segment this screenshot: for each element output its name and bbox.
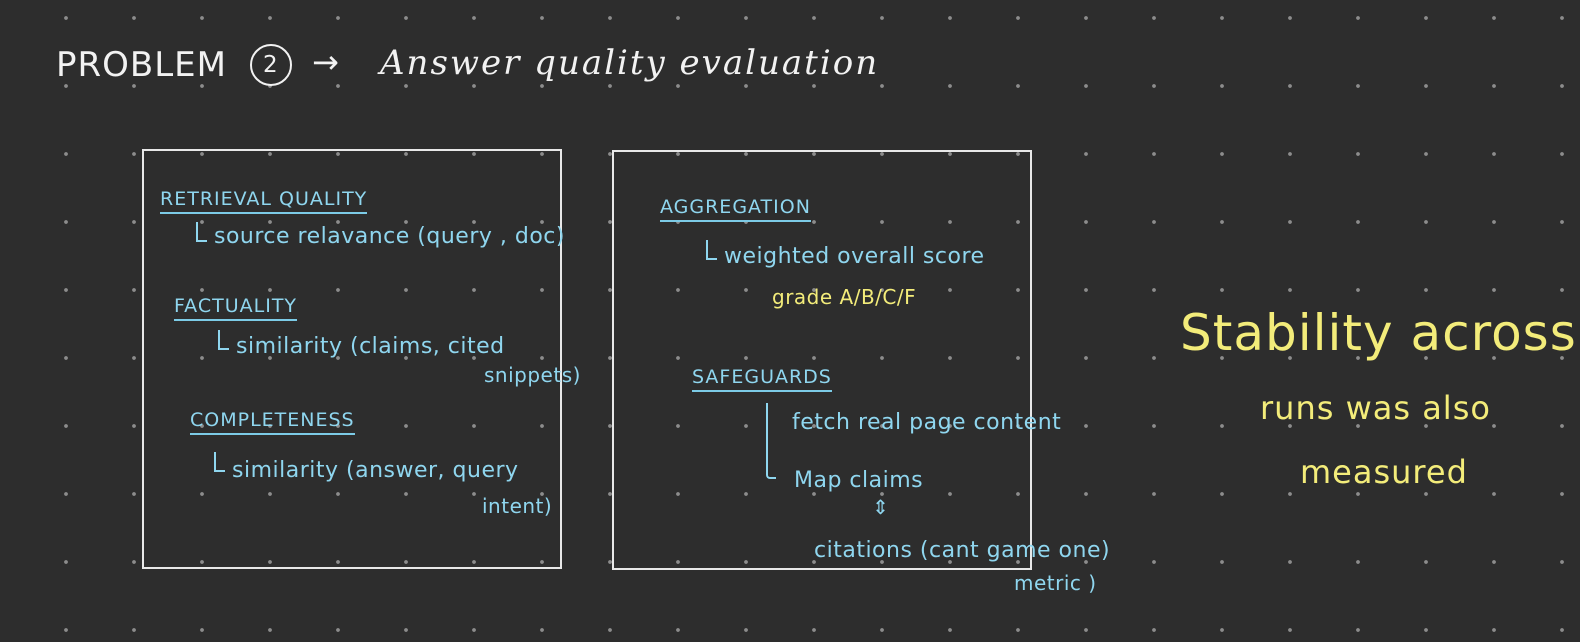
completeness-detail-line2: intent) [482, 494, 553, 518]
safeguards-item-citations-line2: metric ) [1014, 571, 1097, 595]
branch-icon [218, 330, 229, 350]
retrieval-quality-heading: RETRIEVAL QUALITY [160, 190, 368, 214]
factuality-detail-line1: similarity (claims, cited [236, 334, 505, 359]
factuality-heading: FACTUALITY [174, 297, 298, 321]
aggregation-detail: weighted overall score [724, 244, 985, 269]
factuality-detail-line2: snippets) [484, 363, 581, 387]
double-arrow-icon: ⇕ [872, 495, 889, 519]
title-arrow: → [312, 43, 339, 81]
completeness-heading: COMPLETENESS [190, 411, 355, 435]
branch-icon [706, 240, 717, 260]
title-number-circle: 2 [250, 44, 292, 86]
safeguards-item-fetch: fetch real page content [792, 410, 1062, 435]
side-note-line1: Stability across [1180, 304, 1577, 362]
aggregation-heading: AGGREGATION [660, 198, 811, 222]
safeguards-heading: SAFEGUARDS [692, 368, 832, 392]
completeness-detail-line1: similarity (answer, query [232, 458, 519, 483]
retrieval-quality-detail: source relavance (query , doc) [214, 224, 565, 249]
whiteboard-canvas: PROBLEM 2 → Answer quality evaluation RE… [0, 0, 1580, 642]
side-note-line2: runs was also [1260, 389, 1491, 427]
safeguards-item-citations-line1: citations (cant game one) [814, 538, 1111, 563]
safeguards-item-map-claims: Map claims [794, 468, 924, 493]
branch-icon [196, 222, 207, 242]
safeguards-branch-line [766, 403, 776, 479]
title-number: 2 [263, 52, 278, 78]
branch-icon [214, 452, 225, 472]
title-problem-label: PROBLEM [56, 45, 227, 85]
side-note-line3: measured [1300, 453, 1468, 491]
title-subject: Answer quality evaluation [380, 43, 880, 83]
aggregation-grade: grade A/B/C/F [772, 285, 917, 309]
